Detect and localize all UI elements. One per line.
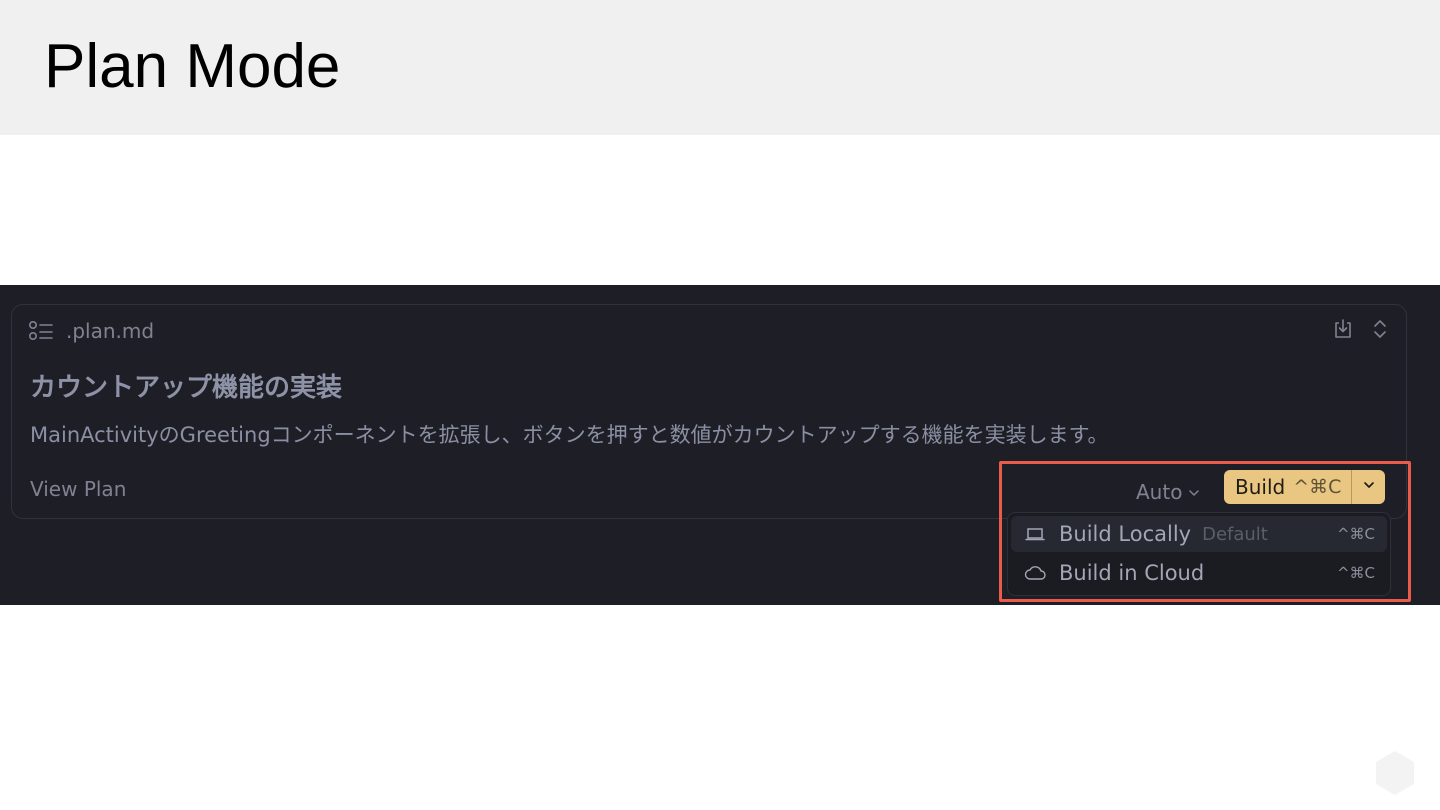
ide-panel: .plan.md カウントアップ機能の実装 MainActivityのGreet… <box>0 285 1440 605</box>
menu-item-build-locally[interactable]: Build Locally Default ^⌘C <box>1011 516 1387 552</box>
download-icon[interactable] <box>1332 318 1354 340</box>
menu-item-build-in-cloud[interactable]: Build in Cloud ^⌘C <box>1011 555 1387 591</box>
laptop-icon <box>1024 525 1046 543</box>
slide-header: Plan Mode <box>0 0 1440 135</box>
mode-select-label: Auto <box>1136 480 1183 504</box>
card-header: .plan.md <box>28 319 154 343</box>
menu-item-shortcut: ^⌘C <box>1336 525 1375 543</box>
build-button-label: Build <box>1235 475 1286 499</box>
chevron-down-icon <box>1363 478 1375 496</box>
build-options-button[interactable] <box>1352 470 1385 504</box>
menu-item-label: Build in Cloud <box>1059 561 1205 585</box>
hexagon-logo <box>1375 750 1415 796</box>
build-split-button: Build ^⌘C <box>1224 470 1386 504</box>
build-shortcut: ^⌘C <box>1293 476 1342 498</box>
file-name: .plan.md <box>66 319 155 343</box>
expand-collapse-icon[interactable] <box>1372 317 1388 341</box>
slide-title: Plan Mode <box>44 32 341 101</box>
build-dropdown-menu: Build Locally Default ^⌘C Build in Cloud… <box>1007 512 1391 596</box>
cloud-icon <box>1024 564 1046 582</box>
menu-item-shortcut: ^⌘C <box>1336 564 1375 582</box>
plan-title: カウントアップ機能の実装 <box>30 373 343 403</box>
default-tag: Default <box>1202 523 1268 545</box>
view-plan-link[interactable]: View Plan <box>30 477 126 501</box>
mode-select[interactable]: Auto <box>1136 477 1200 507</box>
plan-description: MainActivityのGreetingコンポーネントを拡張し、ボタンを押すと… <box>30 423 1109 447</box>
card-header-actions <box>1332 317 1388 341</box>
build-button[interactable]: Build ^⌘C <box>1224 470 1353 504</box>
list-icon <box>28 320 54 342</box>
menu-item-label: Build Locally <box>1059 522 1192 546</box>
chevron-down-icon <box>1188 480 1200 504</box>
